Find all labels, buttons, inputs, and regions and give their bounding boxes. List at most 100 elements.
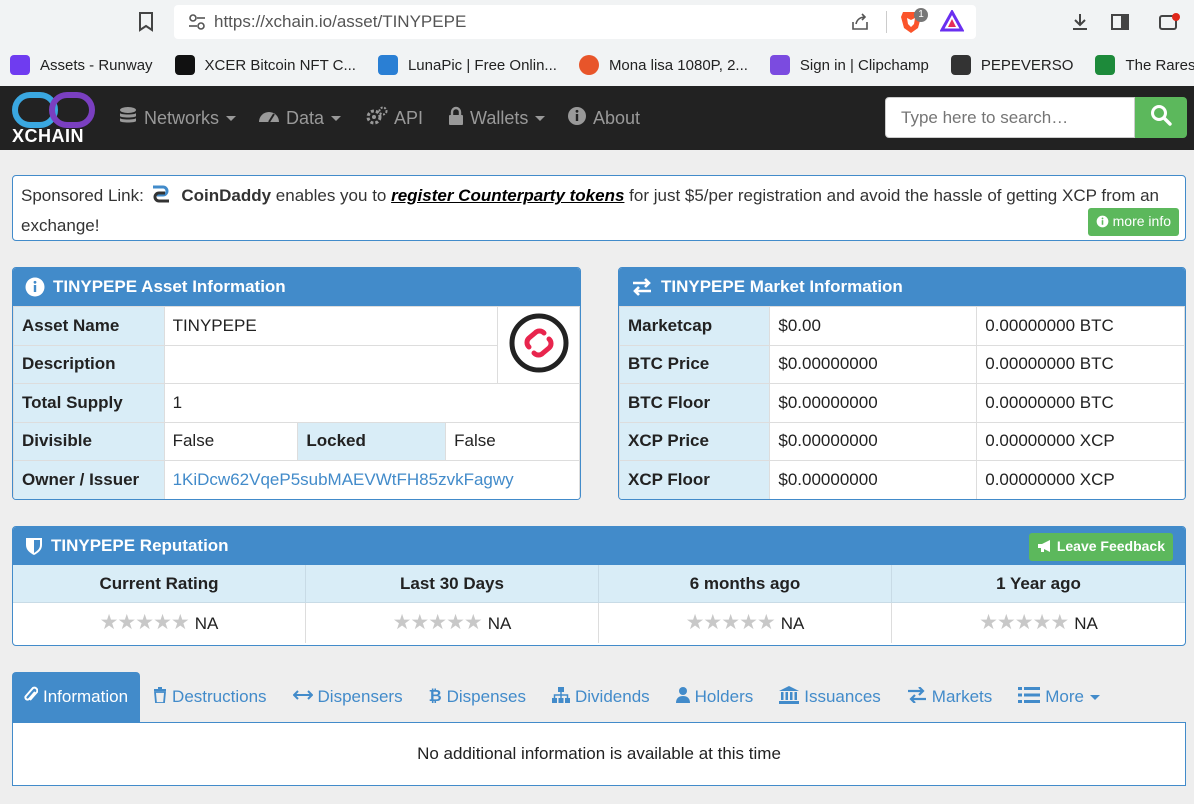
download-icon[interactable] xyxy=(1070,12,1090,35)
nav-wallets[interactable]: Wallets xyxy=(448,106,546,131)
tab-information[interactable]: Information xyxy=(12,672,141,722)
marketcap-native: 0.00000000 BTC xyxy=(976,306,1185,346)
tab-label: Issuances xyxy=(804,687,881,706)
counterparty-asset-icon xyxy=(509,313,568,372)
xcp-floor-label: XCP Floor xyxy=(619,460,771,499)
nav-about[interactable]: About xyxy=(567,106,640,131)
leave-feedback-button[interactable]: Leave Feedback xyxy=(1028,533,1173,561)
feedback-label: Leave Feedback xyxy=(1056,538,1165,554)
tab-markets[interactable]: Markets xyxy=(894,672,1005,722)
nav-api[interactable]: API xyxy=(366,106,423,131)
rep-header: 1 Year ago xyxy=(892,565,1185,603)
owner-issuer-label: Owner / Issuer xyxy=(13,460,165,499)
tab-dividends[interactable]: Dividends xyxy=(539,672,663,722)
clipchamp-favicon-icon xyxy=(769,55,790,75)
xcp-floor-usd: $0.00000000 xyxy=(769,460,978,499)
tab-label: Destructions xyxy=(172,687,267,706)
list-icon xyxy=(1018,686,1041,708)
tab-destructions[interactable]: Destructions xyxy=(140,672,279,722)
nav-label: Wallets xyxy=(470,108,529,128)
tab-content-panel: No additional information is available a… xyxy=(12,722,1186,786)
bookmark-item[interactable]: Assets - Runway xyxy=(10,55,153,75)
market-info-header: TINYPEPE Market Information xyxy=(619,268,1185,306)
bookmark-item[interactable]: The Rarest Sets – T xyxy=(1095,55,1194,75)
owner-address-link[interactable]: 1KiDcw62VqeP5subMAEVWtFH85zvkFagwy xyxy=(163,460,580,499)
total-supply-label: Total Supply xyxy=(13,383,165,423)
asset-name-value: TINYPEPE xyxy=(163,306,499,346)
share-icon[interactable] xyxy=(850,12,870,35)
total-supply-value: 1 xyxy=(163,383,580,423)
address-bar[interactable]: https://xchain.io/asset/TINYPEPE xyxy=(174,5,976,39)
tab-dispenses[interactable]: ₿ Dispenses xyxy=(416,672,539,722)
xcp-price-usd: $0.00000000 xyxy=(769,421,978,461)
bookmark-label: PEPEVERSO xyxy=(980,56,1074,74)
register-tokens-link[interactable]: register Counterparty tokens xyxy=(391,186,624,205)
rep-value: NA xyxy=(194,614,219,633)
bookmarks-bar: Assets - Runway XCER Bitcoin NFT C... Lu… xyxy=(0,44,1194,86)
trash-icon xyxy=(153,686,167,708)
bookmark-item[interactable]: LunaPic | Free Onlin... xyxy=(377,55,557,75)
cube-favicon-icon xyxy=(950,55,971,75)
panel-title: TINYPEPE Market Information xyxy=(661,277,903,296)
sidebar-icon[interactable] xyxy=(1110,12,1130,35)
search-button[interactable] xyxy=(1135,97,1187,138)
sponsored-brand[interactable]: CoinDaddy xyxy=(181,186,271,205)
bookmark-item[interactable]: PEPEVERSO xyxy=(950,55,1074,75)
tab-label: Dispenses xyxy=(446,687,526,706)
rep-value: NA xyxy=(487,614,512,633)
search-input[interactable] xyxy=(885,97,1135,138)
bookmark-item[interactable]: Sign in | Clipchamp xyxy=(769,55,929,75)
reputation-panel: TINYPEPE Reputation Leave Feedback Curre… xyxy=(12,526,1186,646)
tab-issuances[interactable]: Issuances xyxy=(766,672,894,722)
bookmark-label: The Rarest Sets – T xyxy=(1125,56,1194,74)
btc-price-native: 0.00000000 BTC xyxy=(976,344,1185,384)
bookmark-item[interactable]: XCER Bitcoin NFT C... xyxy=(174,55,356,75)
divider xyxy=(886,11,887,33)
x-favicon-icon xyxy=(174,55,195,75)
site-settings-icon[interactable] xyxy=(188,13,206,34)
tab-label: Markets xyxy=(931,687,993,706)
nav-networks[interactable]: Networks xyxy=(118,106,237,131)
wallet-icon[interactable] xyxy=(1158,12,1182,35)
rep-header: Last 30 Days xyxy=(306,565,599,603)
tab-more[interactable]: More xyxy=(1005,672,1113,722)
btc-price-label: BTC Price xyxy=(619,344,771,384)
bookmark-label: Assets - Runway xyxy=(40,56,153,74)
bookmark-icon[interactable] xyxy=(138,12,154,35)
more-info-button[interactable]: more info xyxy=(1087,208,1179,236)
lunapic-favicon-icon xyxy=(377,55,398,75)
exchange-icon xyxy=(631,277,653,297)
tab-holders[interactable]: Holders xyxy=(663,672,767,722)
panel-title: TINYPEPE Asset Information xyxy=(53,277,286,296)
description-label: Description xyxy=(13,344,165,384)
caret-down-icon xyxy=(226,116,237,121)
database-icon xyxy=(118,106,138,131)
star-rating-icon: ★★★★★ xyxy=(392,611,483,634)
cogs-icon xyxy=(366,106,388,131)
caret-down-icon xyxy=(535,116,546,121)
asset-info-header: TINYPEPE Asset Information xyxy=(13,268,580,306)
marketcap-label: Marketcap xyxy=(619,306,771,346)
bookmark-item[interactable]: Mona lisa 1080P, 2... xyxy=(578,55,748,75)
asset-info-panel: TINYPEPE Asset Information Asset Name TI… xyxy=(12,267,581,500)
nav-data[interactable]: Data xyxy=(258,106,342,131)
sponsored-prefix: Sponsored Link: xyxy=(21,186,149,205)
tab-dispensers[interactable]: Dispensers xyxy=(280,672,416,722)
sitemap-icon xyxy=(552,686,570,708)
locked-label: Locked xyxy=(297,421,447,461)
rep-value-cell: ★★★★★ NA xyxy=(306,603,599,643)
xcp-price-native: 0.00000000 XCP xyxy=(976,421,1185,461)
runway-favicon-icon xyxy=(10,55,30,75)
browser-toolbar: https://xchain.io/asset/TINYPEPE 1 xyxy=(0,0,1194,44)
rep-header: 6 months ago xyxy=(599,565,892,603)
star-rating-icon: ★★★★★ xyxy=(685,611,776,634)
asset-tabs: Information Destructions Dispensers ₿ Di… xyxy=(12,672,1186,722)
lock-icon xyxy=(448,106,464,131)
bookmark-label: XCER Bitcoin NFT C... xyxy=(204,56,356,74)
asset-info-table: Asset Name TINYPEPE Description Total Su… xyxy=(13,306,580,499)
info-circle-icon xyxy=(567,106,587,131)
bitcoin-icon: ₿ xyxy=(428,688,442,705)
rewards-icon[interactable] xyxy=(939,8,965,35)
tab-label: Holders xyxy=(694,687,754,706)
bullhorn-icon xyxy=(1037,538,1053,558)
